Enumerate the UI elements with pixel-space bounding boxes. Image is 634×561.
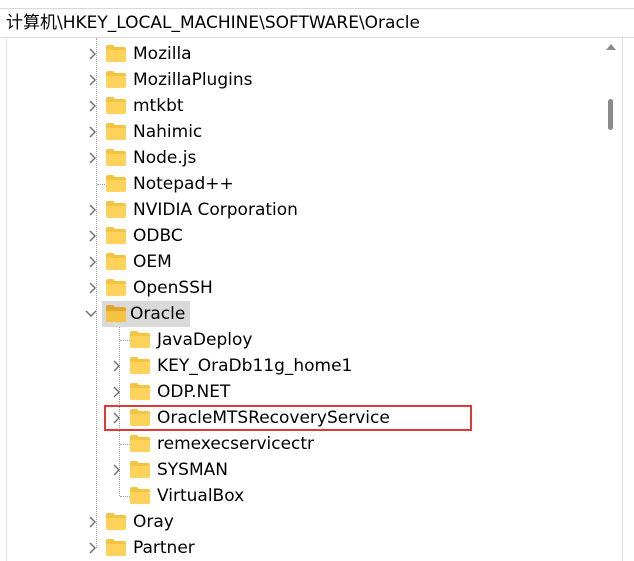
- tree-item-label: OpenSSH: [133, 278, 213, 298]
- folder-icon: [106, 175, 126, 192]
- tree-item-oracle[interactable]: Oracle: [0, 301, 600, 327]
- tree-item-label: Notepad++: [133, 174, 234, 194]
- tree-item-label: mtkbt: [133, 96, 184, 116]
- tree-item-label: Nahimic: [133, 122, 203, 142]
- vertical-scrollbar[interactable]: [600, 38, 622, 561]
- chevron-right-icon[interactable]: [86, 119, 100, 145]
- folder-icon: [106, 253, 126, 270]
- chevron-right-icon[interactable]: [86, 223, 100, 249]
- tree-item-label: ODP.NET: [157, 382, 231, 402]
- folder-icon: [106, 45, 126, 62]
- folder-icon: [106, 71, 126, 88]
- tree-item-remexecservicectr[interactable]: remexecservicectr: [0, 431, 600, 457]
- folder-icon: [106, 123, 126, 140]
- folder-icon: [106, 201, 126, 218]
- tree-item-label: Partner: [133, 538, 195, 558]
- address-bar[interactable]: 计算机\HKEY_LOCAL_MACHINE\SOFTWARE\Oracle: [0, 8, 634, 38]
- tree-item-label: Mozilla: [133, 44, 192, 64]
- tree-item-nahimic[interactable]: Nahimic: [0, 119, 600, 145]
- menu-bar-remnant: [0, 0, 634, 8]
- tree-item-nvidia[interactable]: NVIDIA Corporation: [0, 197, 600, 223]
- folder-icon: [130, 331, 150, 348]
- tree-item-mtkbt[interactable]: mtkbt: [0, 93, 600, 119]
- folder-icon: [106, 97, 126, 114]
- tree-item-label: ODBC: [133, 226, 183, 246]
- tree-item-label: OEM: [133, 252, 172, 272]
- chevron-right-icon[interactable]: [86, 509, 100, 535]
- tree-item-sysman[interactable]: SYSMAN: [0, 457, 600, 483]
- folder-icon: [106, 279, 126, 296]
- pane-border: [6, 38, 7, 561]
- tree-item-partner[interactable]: Partner: [0, 535, 600, 561]
- tree-item-label-text: Oracle: [130, 304, 186, 324]
- folder-icon: [106, 513, 126, 530]
- tree-item-openssh[interactable]: OpenSSH: [0, 275, 600, 301]
- chevron-down-icon[interactable]: [84, 301, 98, 327]
- folder-icon: [130, 383, 150, 400]
- tree-item-label: KEY_OraDb11g_home1: [157, 356, 353, 376]
- tree-item-nodejs[interactable]: Node.js: [0, 145, 600, 171]
- tree-item-label: Oray: [133, 512, 174, 532]
- folder-icon: [106, 539, 126, 556]
- chevron-right-icon[interactable]: [86, 67, 100, 93]
- chevron-right-icon[interactable]: [86, 93, 100, 119]
- annotation-highlight-box: [104, 405, 472, 431]
- tree-item-label: Node.js: [133, 148, 197, 168]
- tree-item-key-oradb11g-home1[interactable]: KEY_OraDb11g_home1: [0, 353, 600, 379]
- folder-icon: [130, 461, 150, 478]
- tree-connector: [120, 444, 130, 445]
- tree-item-oem[interactable]: OEM: [0, 249, 600, 275]
- folder-icon: [130, 357, 150, 374]
- tree-item-virtualbox[interactable]: VirtualBox: [0, 483, 600, 509]
- chevron-right-icon[interactable]: [110, 457, 124, 483]
- tree-item-label: NVIDIA Corporation: [133, 200, 298, 220]
- tree-item-label: SYSMAN: [157, 460, 228, 480]
- folder-icon: [130, 487, 150, 504]
- tree-connector: [120, 340, 130, 341]
- chevron-right-icon[interactable]: [86, 145, 100, 171]
- tree-item-odp-net[interactable]: ODP.NET: [0, 379, 600, 405]
- chevron-right-icon[interactable]: [86, 275, 100, 301]
- pane-divider: [622, 38, 623, 561]
- tree-item-odbc[interactable]: ODBC: [0, 223, 600, 249]
- tree-item-label: VirtualBox: [157, 486, 245, 506]
- folder-open-icon: [106, 305, 126, 322]
- chevron-right-icon[interactable]: [110, 353, 124, 379]
- folder-icon: [106, 149, 126, 166]
- chevron-right-icon[interactable]: [86, 249, 100, 275]
- chevron-right-icon[interactable]: [110, 379, 124, 405]
- tree-item-label: remexecservicectr: [157, 434, 315, 454]
- tree-item-label: JavaDeploy: [157, 330, 253, 350]
- folder-icon: [130, 435, 150, 452]
- tree-item-notepadpp[interactable]: Notepad++: [0, 171, 600, 197]
- scroll-up-arrow-icon[interactable]: [606, 44, 616, 50]
- folder-icon: [106, 227, 126, 244]
- tree-item-mozilla[interactable]: Mozilla: [0, 41, 600, 67]
- tree-item-oray[interactable]: Oray: [0, 509, 600, 535]
- tree-item-mozillaplugins[interactable]: MozillaPlugins: [0, 67, 600, 93]
- chevron-right-icon[interactable]: [86, 197, 100, 223]
- chevron-right-icon[interactable]: [86, 535, 100, 561]
- tree-item-label: MozillaPlugins: [133, 70, 253, 90]
- tree-item-javadeploy[interactable]: JavaDeploy: [0, 327, 600, 353]
- registry-tree[interactable]: Mozilla MozillaPlugins mtkbt Nahimic Nod…: [0, 38, 600, 561]
- scroll-thumb[interactable]: [608, 99, 613, 130]
- address-path: 计算机\HKEY_LOCAL_MACHINE\SOFTWARE\Oracle: [6, 13, 420, 33]
- tree-connector: [120, 496, 130, 497]
- chevron-right-icon[interactable]: [86, 41, 100, 67]
